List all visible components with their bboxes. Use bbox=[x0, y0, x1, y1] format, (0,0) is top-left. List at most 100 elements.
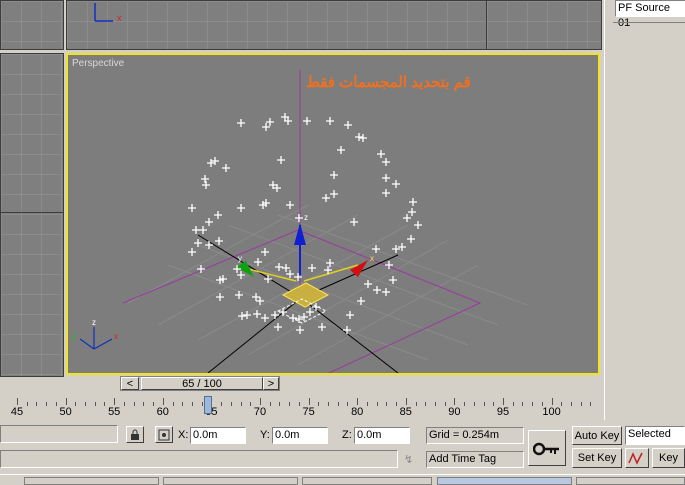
ruler-tick bbox=[289, 402, 291, 406]
particle bbox=[414, 221, 422, 229]
ruler-tick bbox=[503, 398, 504, 405]
ruler-tick bbox=[522, 402, 524, 406]
command-panel: PF Source 01 bbox=[604, 0, 685, 420]
grid-size-readout: Grid = 0.254m bbox=[426, 427, 524, 444]
particle bbox=[222, 164, 230, 172]
ruler-tick bbox=[561, 402, 563, 406]
transform-mode-icon bbox=[158, 429, 170, 441]
z-coord-field[interactable]: 0.0m bbox=[354, 427, 410, 444]
ruler-label: 50 bbox=[59, 406, 72, 418]
particle bbox=[312, 303, 320, 311]
particle bbox=[289, 314, 297, 322]
particle bbox=[188, 248, 196, 256]
ruler-tick bbox=[123, 402, 125, 406]
panel-separator bbox=[613, 22, 685, 23]
ruler-tick bbox=[415, 402, 417, 406]
particle bbox=[330, 190, 338, 198]
ruler-tick bbox=[36, 402, 38, 406]
viewport-top[interactable]: x bbox=[66, 0, 602, 50]
curve-icon bbox=[628, 452, 643, 465]
selection-lock-button[interactable] bbox=[126, 426, 144, 443]
key-icon bbox=[532, 442, 559, 456]
particle bbox=[253, 310, 261, 318]
ruler-tick bbox=[269, 402, 271, 406]
ruler-tick bbox=[17, 398, 18, 405]
particle bbox=[398, 243, 406, 251]
ruler-tick bbox=[75, 402, 77, 406]
auto-key-button[interactable]: Auto Key bbox=[572, 426, 622, 445]
time-slider-prev-button[interactable]: < bbox=[121, 377, 139, 390]
particle bbox=[252, 293, 260, 301]
viewport-top-left[interactable] bbox=[0, 0, 64, 50]
ruler-tick bbox=[376, 402, 378, 406]
particle bbox=[330, 171, 338, 179]
ruler-label: 55 bbox=[108, 406, 121, 418]
svg-text:z: z bbox=[304, 213, 308, 222]
track-bar[interactable]: 4550556065707580859095100 bbox=[0, 392, 600, 420]
key-selection-dropdown[interactable]: Selected bbox=[625, 426, 685, 445]
ruler-label: 85 bbox=[399, 406, 412, 418]
particle bbox=[343, 326, 351, 334]
time-tag-icon: ↯ bbox=[404, 454, 414, 466]
particle bbox=[303, 117, 311, 125]
time-slider-track[interactable]: < 65 / 100 > bbox=[120, 376, 280, 391]
svg-text:x: x bbox=[114, 332, 118, 341]
particle bbox=[192, 226, 200, 234]
ruler-tick bbox=[483, 402, 485, 406]
ruler-tick bbox=[571, 402, 573, 406]
time-slider-thumb[interactable]: 65 / 100 bbox=[141, 377, 263, 390]
prompt-line[interactable] bbox=[0, 425, 118, 443]
particle bbox=[207, 159, 215, 167]
transform-mode-button[interactable] bbox=[155, 426, 173, 443]
set-key-button[interactable]: Set Key bbox=[572, 448, 622, 468]
ruler-tick bbox=[308, 398, 310, 405]
particle bbox=[282, 264, 290, 272]
svg-text:x: x bbox=[370, 254, 374, 263]
ruler-tick bbox=[434, 402, 436, 406]
ruler-tick bbox=[473, 402, 475, 406]
particle bbox=[271, 311, 279, 319]
particle bbox=[322, 194, 330, 202]
particle bbox=[216, 293, 224, 301]
particle bbox=[286, 201, 294, 209]
pf-source-field[interactable]: PF Source 01 bbox=[615, 0, 685, 29]
lock-icon bbox=[131, 429, 139, 440]
axis-gizmo-icon: x bbox=[94, 3, 122, 23]
y-coord-field[interactable]: 0.0m bbox=[272, 427, 328, 444]
time-slider-next-button[interactable]: > bbox=[263, 377, 279, 390]
ruler-tick bbox=[114, 398, 116, 405]
particle bbox=[261, 314, 269, 322]
svg-text:z: z bbox=[92, 318, 96, 327]
x-coord-field[interactable]: 0.0m bbox=[190, 427, 246, 444]
particle bbox=[382, 158, 390, 166]
viewport-perspective[interactable]: Perspective قم بتحديد المجسمات فقط z x y bbox=[66, 53, 600, 375]
ruler-label: 90 bbox=[448, 406, 461, 418]
ruler-tick bbox=[85, 402, 87, 406]
particle bbox=[275, 263, 283, 271]
particle bbox=[382, 189, 390, 197]
ruler-label: 45 bbox=[10, 406, 24, 418]
ruler-label: 95 bbox=[496, 406, 510, 418]
particle bbox=[261, 248, 269, 256]
particle bbox=[201, 175, 209, 183]
viewport-left[interactable] bbox=[0, 53, 64, 377]
ruler-tick bbox=[143, 402, 145, 406]
svg-text:y: y bbox=[72, 332, 76, 341]
particle bbox=[274, 323, 282, 331]
particle bbox=[382, 174, 390, 182]
key-filters-button[interactable]: Key bbox=[652, 448, 685, 468]
particle bbox=[286, 270, 294, 278]
particle bbox=[205, 218, 213, 226]
particle bbox=[409, 198, 417, 206]
particle bbox=[318, 323, 326, 331]
viewport-divider bbox=[486, 1, 487, 49]
svg-text:x: x bbox=[117, 13, 122, 23]
particle bbox=[237, 204, 245, 212]
particle bbox=[256, 297, 264, 305]
particle bbox=[326, 117, 334, 125]
ruler-tick bbox=[590, 402, 592, 406]
curve-button[interactable] bbox=[625, 448, 649, 468]
add-time-tag-field[interactable]: Add Time Tag bbox=[426, 451, 524, 468]
key-mode-button[interactable] bbox=[528, 430, 566, 466]
current-frame-marker[interactable] bbox=[204, 396, 212, 414]
